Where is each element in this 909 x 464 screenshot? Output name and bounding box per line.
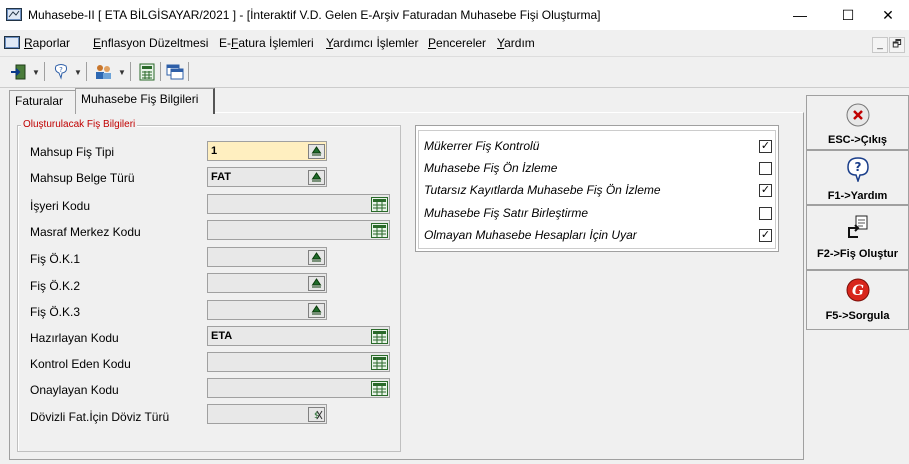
lookup-arrow-icon[interactable] <box>308 170 325 185</box>
toolbar-separator <box>130 62 131 81</box>
button-label: ESC->Çıkış <box>828 134 887 146</box>
tab-muhasebe-fis-bilgileri[interactable]: Muhasebe Fiş Bilgileri <box>75 88 215 114</box>
mahsup-belge-turu-input[interactable]: FAT <box>207 167 327 187</box>
window-list-icon[interactable] <box>166 63 184 81</box>
field-label: Mahsup Belge Türü <box>30 171 135 185</box>
option-label: Tutarsız Kayıtlarda Muhasebe Fiş Ön İzle… <box>424 183 661 197</box>
lookup-arrow-icon[interactable] <box>308 250 325 265</box>
field-label: Mahsup Fiş Tipi <box>30 145 115 159</box>
toolbar-separator <box>44 62 45 81</box>
olmayan-hesap-uyar-checkbox[interactable]: ✓ <box>759 229 772 242</box>
minimize-button[interactable]: — <box>778 0 822 30</box>
menu-raporlar[interactable]: Raporlar <box>24 36 70 50</box>
toolbar-separator <box>160 62 161 81</box>
mdi-child-icon[interactable] <box>4 35 20 50</box>
calculator-icon[interactable] <box>138 63 156 81</box>
fis-ok3-input[interactable] <box>207 300 327 320</box>
tab-faturalar[interactable]: Faturalar <box>9 90 79 113</box>
maximize-button[interactable]: ☐ <box>826 0 870 30</box>
help-icon[interactable]: ? <box>52 63 70 81</box>
button-label: F1->Yardım <box>827 190 888 202</box>
muhasebe-fis-on-izleme-checkbox[interactable] <box>759 162 772 175</box>
f5-sorgula-button[interactable]: G F5->Sorgula <box>806 270 909 330</box>
table-lookup-icon[interactable] <box>371 223 388 238</box>
onaylayan-kodu-input[interactable] <box>207 378 390 398</box>
help-dropdown-arrow-icon[interactable]: ▼ <box>74 68 82 77</box>
fis-ok1-input[interactable] <box>207 247 327 267</box>
hazirlayan-kodu-input[interactable]: ETA <box>207 326 390 346</box>
table-lookup-icon[interactable] <box>371 197 388 212</box>
field-label: Dövizli Fat.İçin Döviz Türü <box>30 410 170 424</box>
field-label: Fiş Ö.K.3 <box>30 305 81 319</box>
field-label: Fiş Ö.K.2 <box>30 279 81 293</box>
svg-text:G: G <box>852 283 864 299</box>
kontrol-eden-kodu-input[interactable] <box>207 352 390 372</box>
lookup-arrow-icon[interactable] <box>308 276 325 291</box>
exit-door-icon[interactable] <box>10 63 28 81</box>
option-label: Mükerrer Fiş Kontrolü <box>424 139 540 153</box>
table-lookup-icon[interactable] <box>371 381 388 396</box>
mahsup-fis-tipi-input[interactable]: 1 <box>207 141 327 161</box>
svg-text:?: ? <box>855 160 862 174</box>
mukerrer-fis-kontrolu-checkbox[interactable]: ✓ <box>759 140 772 153</box>
close-circle-icon <box>846 103 870 127</box>
fis-ok2-input[interactable] <box>207 273 327 293</box>
currency-picker-icon[interactable]: $ <box>308 407 325 422</box>
menu-yardim[interactable]: Yardım <box>497 36 535 50</box>
field-label: Masraf Merkez Kodu <box>30 225 141 239</box>
field-value: FAT <box>211 171 231 183</box>
menu-e-fatura-islemleri[interactable]: E-Fatura İşlemleri <box>219 36 314 50</box>
toolbar <box>0 56 909 88</box>
button-label: F5->Sorgula <box>825 310 890 322</box>
button-label: F2->Fiş Oluştur <box>817 248 898 260</box>
fis-satir-birlestirme-checkbox[interactable] <box>759 207 772 220</box>
field-value: 1 <box>211 145 218 157</box>
masraf-merkez-kodu-input[interactable] <box>207 220 390 240</box>
toolbar-separator <box>86 62 87 81</box>
menu-enflasyon-duzeltmesi[interactable]: Enflasyon Düzeltmesi <box>93 36 208 50</box>
field-label: Fiş Ö.K.1 <box>30 252 81 266</box>
lookup-arrow-icon[interactable] <box>308 303 325 318</box>
toolbar-separator <box>188 62 189 81</box>
field-label: Hazırlayan Kodu <box>30 331 119 345</box>
doviz-turu-input[interactable]: $ <box>207 404 327 424</box>
create-document-icon <box>848 215 868 238</box>
users-icon[interactable] <box>94 63 112 81</box>
option-label: Olmayan Muhasebe Hesapları İçin Uyar <box>424 228 637 242</box>
table-lookup-icon[interactable] <box>371 329 388 344</box>
tutarsiz-kayit-on-izleme-checkbox[interactable]: ✓ <box>759 184 772 197</box>
field-label: Kontrol Eden Kodu <box>30 357 131 371</box>
field-value: ETA <box>211 330 233 342</box>
lookup-arrow-icon[interactable] <box>308 144 325 159</box>
f1-yardim-button[interactable]: ? F1->Yardım <box>806 150 909 205</box>
users-dropdown-arrow-icon[interactable]: ▼ <box>118 68 126 77</box>
close-button[interactable]: ✕ <box>866 0 909 30</box>
mdi-minimize-button[interactable]: _ <box>872 37 888 53</box>
table-lookup-icon[interactable] <box>371 355 388 370</box>
field-label: İşyeri Kodu <box>30 199 91 213</box>
esc-cikis-button[interactable]: ESC->Çıkış <box>806 95 909 150</box>
help-bubble-icon: ? <box>847 157 869 182</box>
exit-dropdown-arrow-icon[interactable]: ▼ <box>32 68 40 77</box>
f2-fis-olustur-button[interactable]: F2->Fiş Oluştur <box>806 205 909 270</box>
option-label: Muhasebe Fiş Satır Birleştirme <box>424 206 589 220</box>
option-label: Muhasebe Fiş Ön İzleme <box>424 161 558 175</box>
isyeri-kodu-input[interactable] <box>207 194 390 214</box>
window-title: Muhasebe-II [ ETA BİLGİSAYAR/2021 ] - [İ… <box>28 8 601 22</box>
menu-yardimci-islemler[interactable]: Yardımcı İşlemler <box>326 36 418 50</box>
query-icon: G <box>846 278 870 302</box>
field-label: Onaylayan Kodu <box>30 383 119 397</box>
group-legend: Oluşturulacak Fiş Bilgileri <box>21 119 138 130</box>
svg-text:?: ? <box>59 66 63 74</box>
app-icon <box>6 8 22 21</box>
menu-pencereler[interactable]: Pencereler <box>428 36 486 50</box>
mdi-restore-button[interactable]: 🗗 <box>889 37 905 53</box>
